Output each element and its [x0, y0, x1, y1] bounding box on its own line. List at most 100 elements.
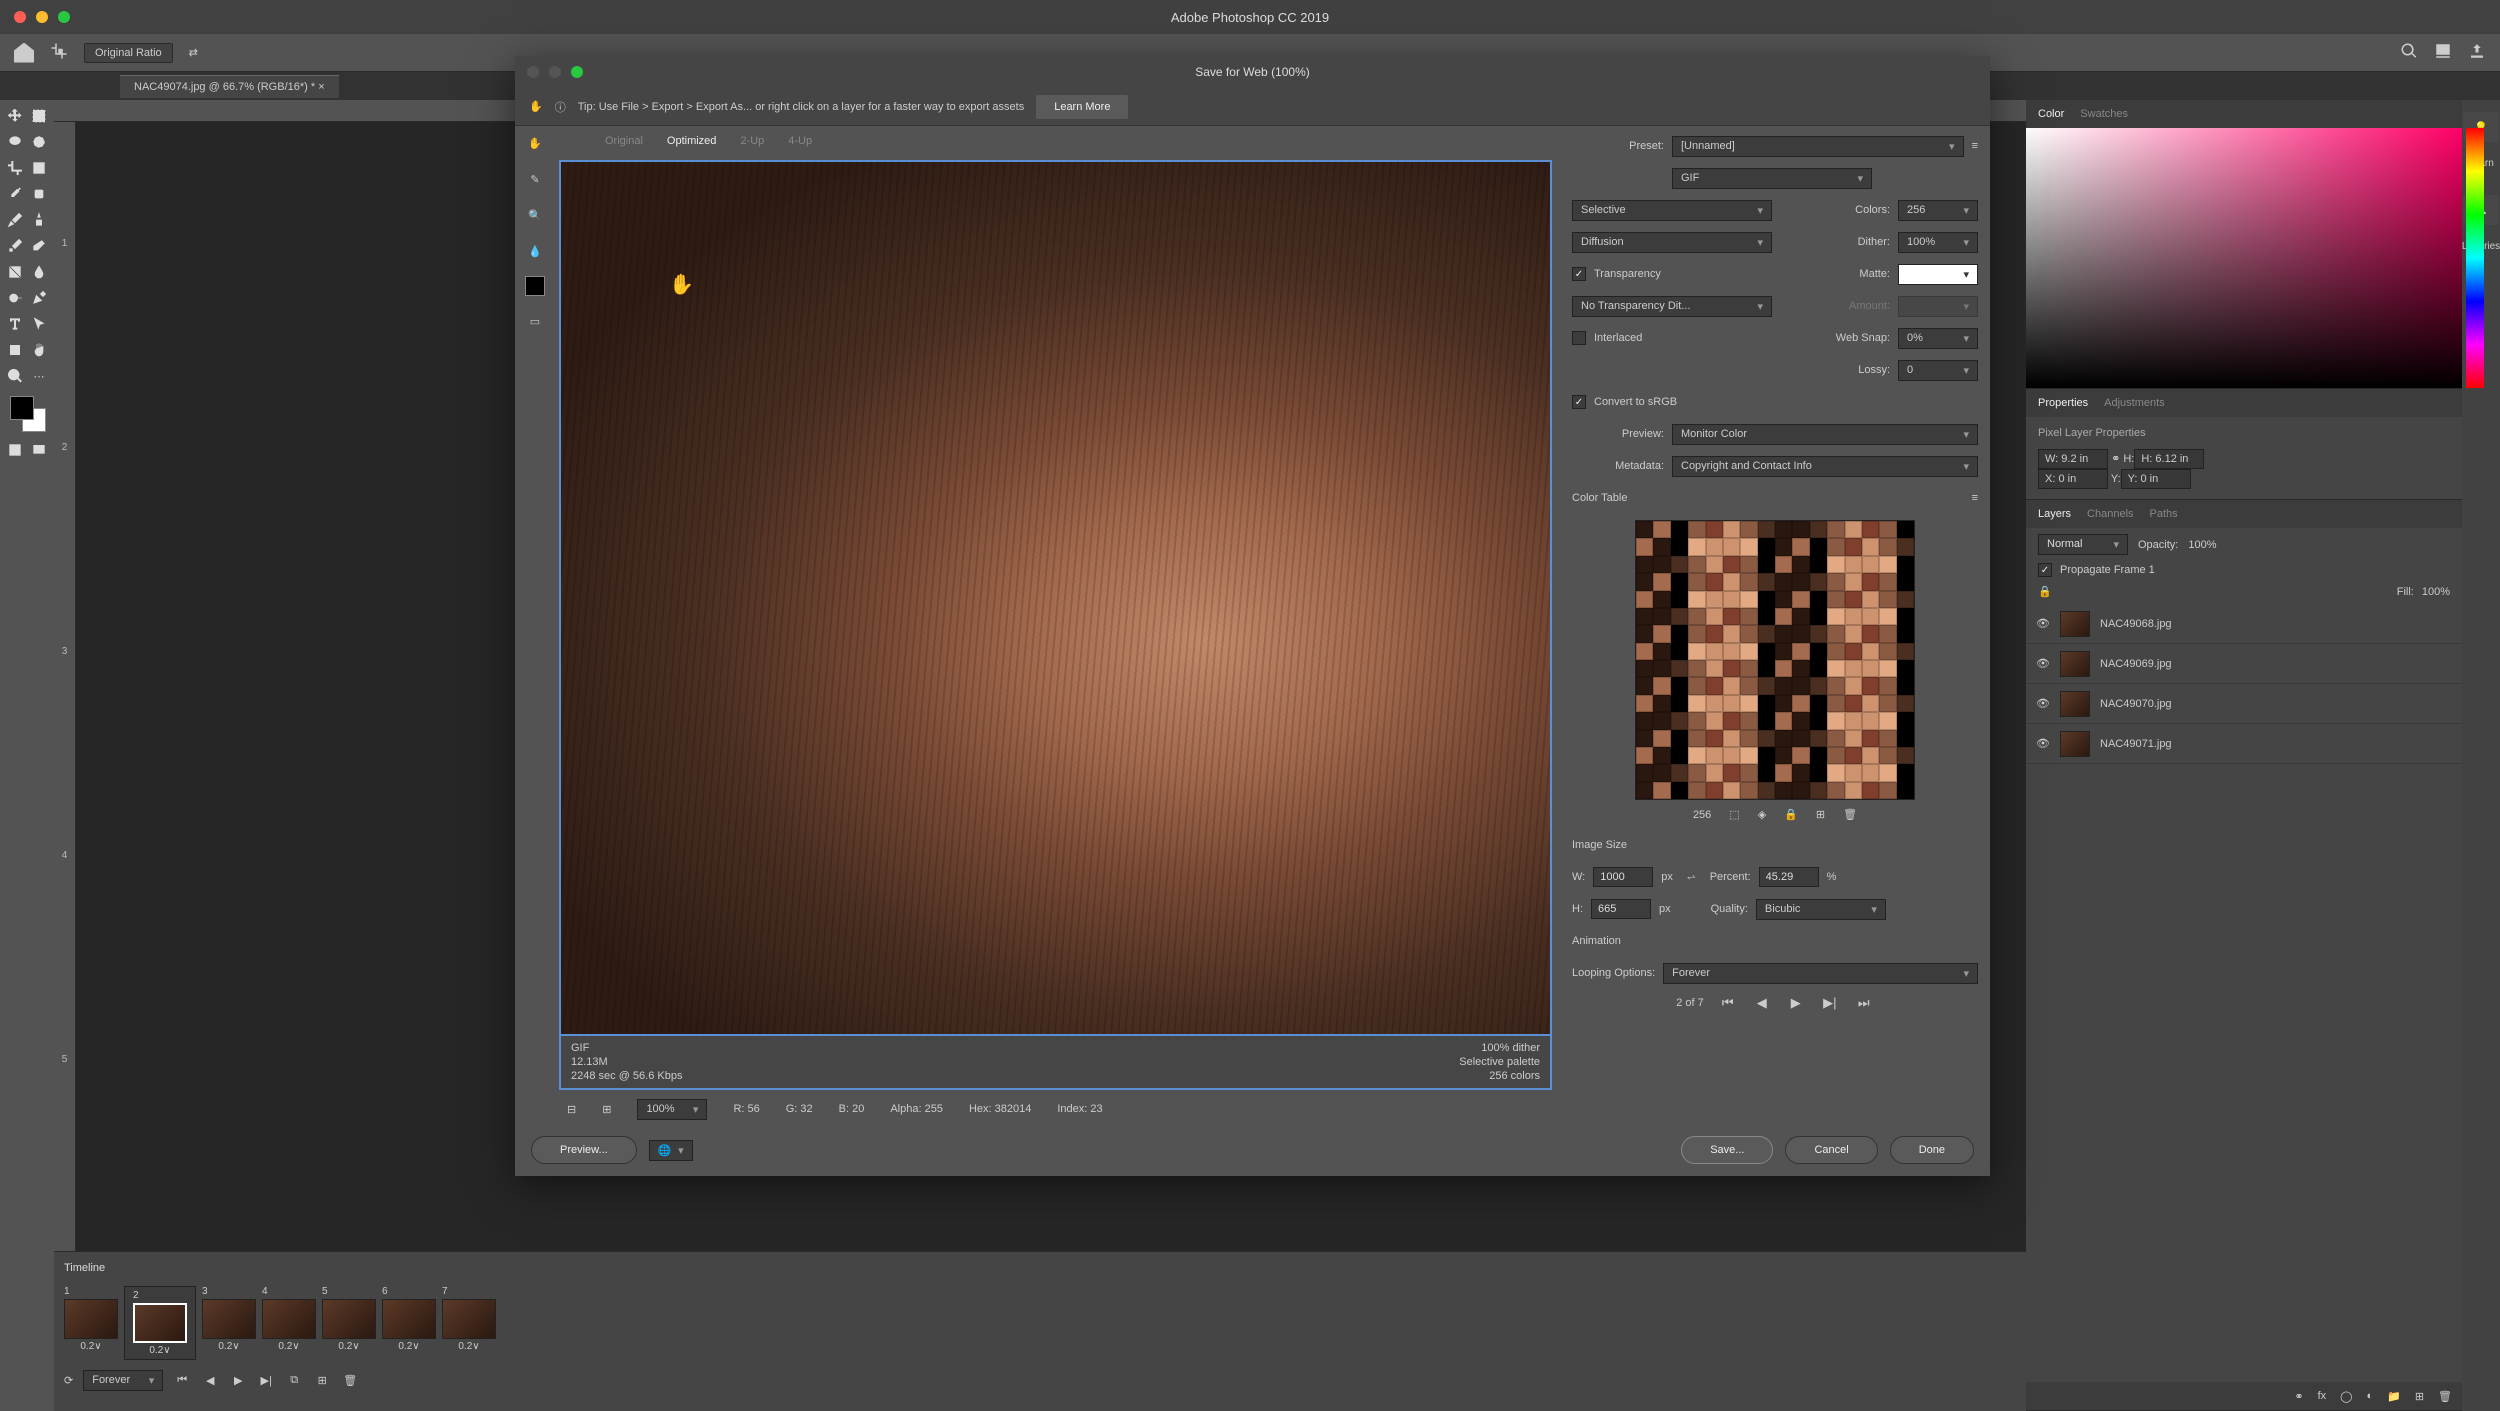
width-input[interactable]	[1593, 867, 1653, 887]
tween-button[interactable]: ⧉	[285, 1372, 303, 1390]
zoom-in-icon[interactable]: ⊞	[602, 1103, 611, 1116]
timeline-frame[interactable]: 30.2∨	[202, 1286, 256, 1360]
workspace-icon[interactable]	[2434, 42, 2452, 63]
save-button[interactable]: Save...	[1681, 1136, 1773, 1164]
slice-tool[interactable]: ✎	[524, 168, 546, 190]
layer-row[interactable]: 👁NAC49070.jpg	[2026, 684, 2462, 724]
slice-visibility[interactable]: ▭	[524, 310, 546, 332]
layers-tab[interactable]: Layers	[2038, 508, 2071, 520]
ct-lock-icon[interactable]: 🔒	[1784, 808, 1798, 821]
options-menu-icon[interactable]: ≡	[1972, 140, 1978, 152]
gradient-tool[interactable]	[4, 260, 26, 284]
share-icon[interactable]	[2468, 42, 2486, 63]
transparency-checkbox[interactable]	[1572, 267, 1586, 281]
hand-tool[interactable]	[28, 338, 50, 362]
ct-trash-icon[interactable]: 🗑	[1843, 808, 1857, 821]
format-select[interactable]: GIF▾	[1672, 168, 1872, 189]
preset-select[interactable]: [Unnamed]▾	[1672, 136, 1964, 157]
x-input[interactable]	[2038, 469, 2108, 489]
next-frame-button[interactable]: ▶|	[1820, 995, 1840, 1011]
tab-4up[interactable]: 4-Up	[788, 135, 812, 147]
color-swatch[interactable]	[525, 276, 545, 296]
healing-tool[interactable]	[28, 182, 50, 206]
metadata-select[interactable]: Copyright and Contact Info▾	[1672, 456, 1978, 477]
eyedropper-tool[interactable]	[4, 182, 26, 206]
type-tool[interactable]	[4, 312, 26, 336]
play-button[interactable]: ▶	[1786, 995, 1806, 1011]
play-button[interactable]: ▶	[229, 1372, 247, 1390]
height-input[interactable]	[1591, 899, 1651, 919]
preview-button[interactable]: Preview...	[531, 1136, 637, 1164]
done-button[interactable]: Done	[1890, 1136, 1974, 1164]
dialog-min-button[interactable]	[549, 66, 561, 78]
crop-tool[interactable]	[4, 156, 26, 180]
fx-icon[interactable]: fx	[2318, 1390, 2327, 1402]
srgb-checkbox[interactable]	[1572, 395, 1586, 409]
zoom-out-icon[interactable]: ⊟	[567, 1103, 576, 1116]
learn-more-button[interactable]: Learn More	[1036, 95, 1128, 119]
move-tool[interactable]	[4, 104, 26, 128]
eraser-tool[interactable]	[28, 234, 50, 258]
tab-2up[interactable]: 2-Up	[740, 135, 764, 147]
visibility-icon[interactable]: 👁	[2036, 737, 2050, 751]
prev-frame-button[interactable]: ◀	[201, 1372, 219, 1390]
propagate-checkbox[interactable]	[2038, 563, 2052, 577]
height-input[interactable]	[2134, 449, 2204, 469]
more-tools[interactable]: ⋯	[28, 364, 50, 388]
cancel-button[interactable]: Cancel	[1785, 1136, 1877, 1164]
quick-mask[interactable]	[4, 438, 26, 462]
dialog-zoom-button[interactable]	[571, 66, 583, 78]
dither-amount[interactable]: 100%▾	[1898, 232, 1978, 253]
mask-icon[interactable]: ◯	[2340, 1390, 2352, 1403]
percent-input[interactable]	[1759, 867, 1819, 887]
adjustments-tab[interactable]: Adjustments	[2104, 397, 2165, 409]
folder-icon[interactable]: 📁	[2387, 1390, 2401, 1403]
new-frame-button[interactable]: ⊞	[313, 1372, 331, 1390]
dialog-close-button[interactable]	[527, 66, 539, 78]
blur-tool[interactable]	[28, 260, 50, 284]
first-frame-button[interactable]: ⏮	[173, 1372, 191, 1390]
zoom-select[interactable]: 100%▾	[637, 1099, 707, 1120]
websnap-select[interactable]: 0%▾	[1898, 328, 1978, 349]
last-frame-button[interactable]: ⏭	[1854, 995, 1874, 1011]
ratio-dropdown[interactable]: Original Ratio	[84, 43, 173, 63]
link-icon[interactable]: ⚭	[2111, 453, 2120, 465]
eyedropper-tool[interactable]: 💧	[524, 240, 546, 262]
channels-tab[interactable]: Channels	[2087, 508, 2133, 520]
width-input[interactable]	[2038, 449, 2108, 469]
search-icon[interactable]	[2400, 42, 2418, 63]
timeline-frame[interactable]: 40.2∨	[262, 1286, 316, 1360]
paths-tab[interactable]: Paths	[2150, 508, 2178, 520]
timeline-frame[interactable]: 10.2∨	[64, 1286, 118, 1360]
timeline-frame[interactable]: 70.2∨	[442, 1286, 496, 1360]
close-window-button[interactable]	[14, 11, 26, 23]
transp-dither-select[interactable]: No Transparency Dit...▾	[1572, 296, 1772, 317]
first-frame-button[interactable]: ⏮	[1718, 995, 1738, 1011]
y-input[interactable]	[2121, 469, 2191, 489]
color-table-menu-icon[interactable]: ≡	[1972, 492, 1978, 504]
blend-mode-select[interactable]: Normal▾	[2038, 534, 2128, 555]
link-wh-icon[interactable]: ⥋	[1687, 871, 1696, 884]
marquee-tool[interactable]	[28, 104, 50, 128]
lasso-tool[interactable]	[4, 130, 26, 154]
zoom-tool[interactable]: 🔍	[524, 204, 546, 226]
crop-icon[interactable]	[50, 42, 68, 63]
browser-select[interactable]: 🌐▾	[649, 1140, 693, 1161]
lossy-select[interactable]: 0▾	[1898, 360, 1978, 381]
visibility-icon[interactable]: 👁	[2036, 657, 2050, 671]
link-layers-icon[interactable]: ⚭	[2294, 1390, 2303, 1403]
trash-icon[interactable]: 🗑	[2438, 1390, 2452, 1403]
tab-original[interactable]: Original	[605, 135, 643, 147]
dodge-tool[interactable]	[4, 286, 26, 310]
hue-slider[interactable]	[2466, 128, 2484, 388]
zoom-window-button[interactable]	[58, 11, 70, 23]
home-icon[interactable]	[14, 43, 34, 63]
minimize-window-button[interactable]	[36, 11, 48, 23]
matte-select[interactable]: ▾	[1898, 264, 1978, 285]
history-brush-tool[interactable]	[4, 234, 26, 258]
quality-select[interactable]: Bicubic▾	[1756, 899, 1886, 920]
hand-tool[interactable]: ✋	[524, 132, 546, 154]
dither-select[interactable]: Diffusion▾	[1572, 232, 1772, 253]
lock-icon[interactable]: 🔒	[2038, 585, 2052, 598]
delete-frame-button[interactable]: 🗑	[341, 1372, 359, 1390]
